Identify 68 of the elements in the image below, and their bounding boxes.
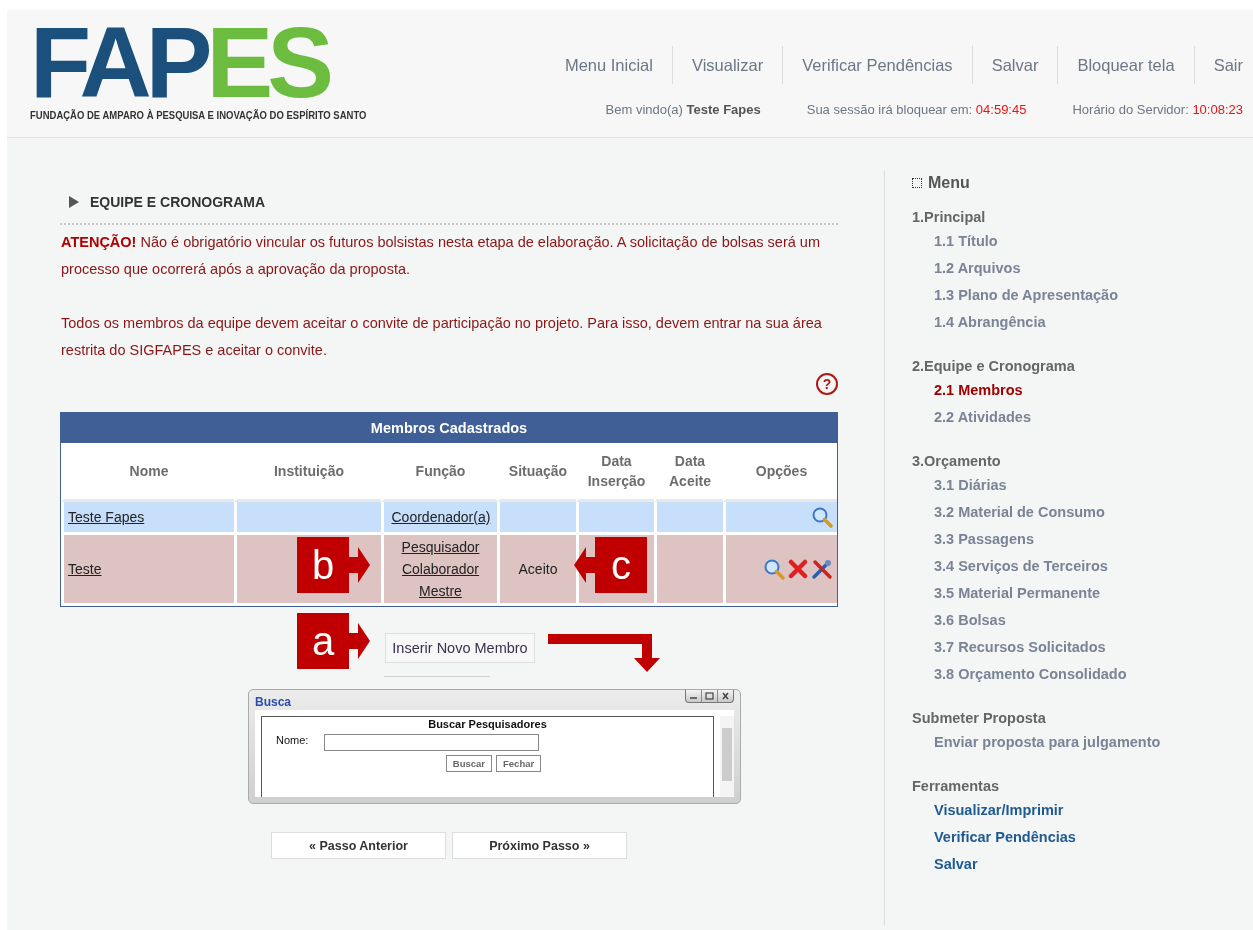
- menu-item[interactable]: Visualizar/Imprimir: [912, 797, 1253, 824]
- server-time-text: Horário do Servidor: 10:08:23: [1072, 102, 1243, 117]
- menu-item[interactable]: 3.6 Bolsas: [912, 607, 1253, 634]
- magnifier-icon[interactable]: [811, 506, 834, 528]
- field-label: Nome:: [276, 734, 309, 748]
- status-text: Aceito: [518, 561, 558, 577]
- menu-item[interactable]: Enviar proposta para julgamento: [912, 729, 1253, 756]
- arrow-icon: [574, 545, 596, 585]
- menu-group-title: Submeter Proposta: [912, 709, 1047, 728]
- menu-item[interactable]: 2.1 Membros: [912, 377, 1253, 404]
- tools-icon[interactable]: [811, 558, 834, 580]
- menu-item[interactable]: 3.5 Material Permanente: [912, 580, 1253, 607]
- scrollbar[interactable]: [720, 716, 734, 797]
- menu-item[interactable]: 1.3 Plano de Apresentação: [912, 282, 1253, 309]
- menu-item[interactable]: 1.2 Arquivos: [912, 255, 1253, 282]
- menu-item[interactable]: 1.4 Abrangência: [912, 309, 1253, 336]
- member-link[interactable]: Teste: [68, 561, 102, 577]
- nav-link[interactable]: Verificar Pendências: [783, 55, 972, 75]
- arrow-icon: [348, 545, 370, 585]
- nav-link[interactable]: Salvar: [972, 55, 1058, 75]
- menu-title: Menu: [928, 174, 970, 192]
- nav-link[interactable]: Bloquear tela: [1058, 55, 1194, 75]
- menu-item[interactable]: 3.1 Diárias: [912, 472, 1253, 499]
- role-link[interactable]: Pesquisador Colaborador Mestre: [391, 536, 490, 602]
- callout-label: a: [297, 613, 349, 669]
- callout-label: b: [297, 537, 349, 593]
- menu-group-title: 3.Orçamento: [912, 452, 1002, 471]
- help-icon[interactable]: ?: [816, 373, 838, 395]
- dialog-title: Busca: [255, 695, 292, 710]
- menu-item[interactable]: Verificar Pendências: [912, 824, 1253, 851]
- notice-text: Todos os membros da equipe devem aceitar o convite de participação no projeto. Para isso, devem entrar na sua área restrita do SIGFAPES e aceitar o convite.: [61, 314, 823, 360]
- dialog-button[interactable]: Fechar: [496, 755, 542, 772]
- menu-item[interactable]: 2.2 Atividades: [912, 404, 1253, 431]
- menu-item[interactable]: 3.4 Serviços de Terceiros: [912, 553, 1253, 580]
- member-link[interactable]: Teste Fapes: [68, 509, 145, 525]
- delete-icon[interactable]: [788, 559, 809, 579]
- step-button[interactable]: Próximo Passo »: [452, 832, 627, 859]
- dialog-heading: Buscar Pesquisadores: [427, 718, 548, 730]
- arrow-icon: [348, 621, 370, 661]
- name-input-field[interactable]: [324, 734, 540, 751]
- menu-group-title: 1.Principal: [912, 208, 987, 227]
- chevron-icon: [68, 195, 80, 209]
- role-link[interactable]: Coordenador(a): [391, 506, 490, 528]
- callout-label: c: [595, 537, 647, 593]
- nav-link[interactable]: Sair: [1194, 55, 1253, 75]
- menu-item[interactable]: 1.1 Título: [912, 228, 1253, 255]
- logo-wordmark: FAPES: [30, 22, 329, 100]
- step-button[interactable]: « Passo Anterior: [271, 832, 446, 859]
- session-timer-text: Sua sessão irá bloquear em: 04:59:45: [806, 102, 1027, 117]
- magnifier-icon[interactable]: [763, 558, 786, 580]
- menu-item[interactable]: 3.7 Recursos Solicitados: [912, 634, 1253, 661]
- dialog-button[interactable]: Buscar: [445, 755, 493, 772]
- menu-group-title: 2.Equipe e Cronograma: [912, 357, 1076, 376]
- menu-item[interactable]: Salvar: [912, 851, 1253, 878]
- notice-text: ATENÇÃO! Não é obrigatório vincular os futuros bolsistas nesta etapa de elaboração. A solicitação de bolsas será um processo que ocorrerá após a aprovação da proposta.: [61, 233, 821, 279]
- insert-member-button[interactable]: Inserir Novo Membro: [385, 633, 535, 663]
- menu-item[interactable]: 3.2 Material de Consumo: [912, 499, 1253, 526]
- menu-icon: [912, 178, 922, 188]
- welcome-text: Bem vindo(a) Teste Fapes: [605, 102, 761, 117]
- logo-subtitle: FUNDAÇÃO DE AMPARO À PESQUISA E INOVAÇÃO DO ESPÍRITO SANTO: [30, 109, 367, 122]
- table-title: Membros Cadastrados: [61, 413, 838, 443]
- menu-item[interactable]: 3.8 Orçamento Consolidado: [912, 661, 1253, 688]
- menu-item[interactable]: 3.3 Passagens: [912, 526, 1253, 553]
- window-controls-icon[interactable]: [685, 690, 734, 703]
- nav-link[interactable]: Menu Inicial: [545, 55, 672, 75]
- menu-group-title: Ferramentas: [912, 777, 1001, 796]
- section-title: EQUIPE E CRONOGRAMA: [90, 194, 265, 210]
- nav-link[interactable]: Visualizar: [672, 55, 783, 75]
